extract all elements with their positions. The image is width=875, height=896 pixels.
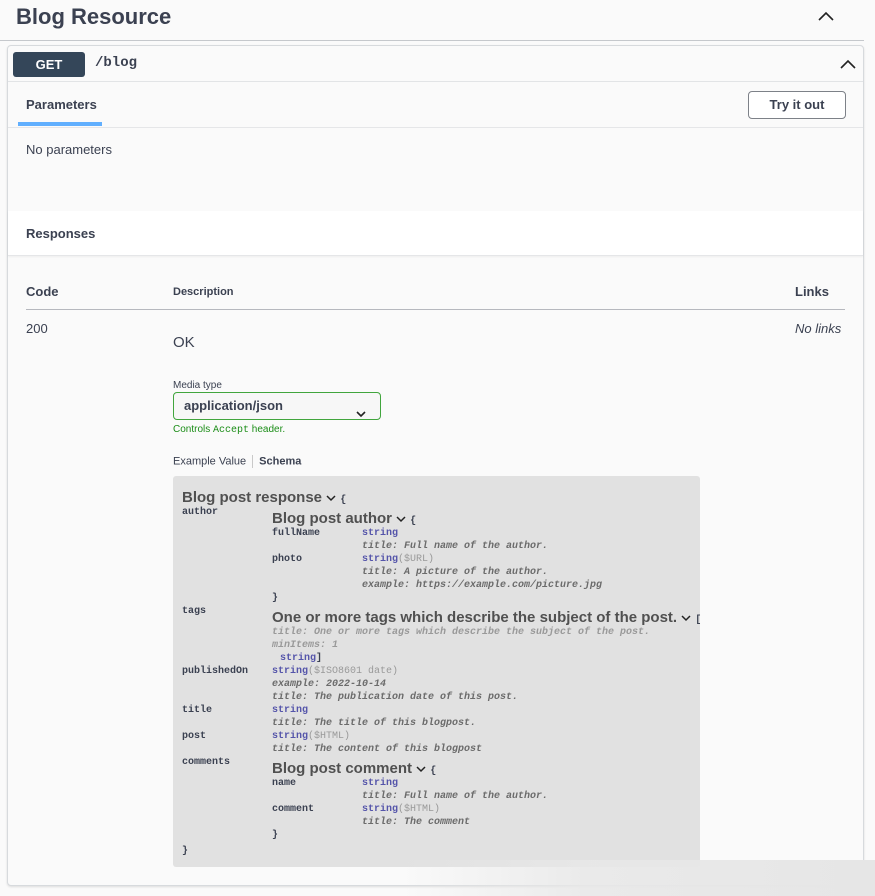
property-meta: title: The title of this blogpost. bbox=[272, 718, 477, 729]
open-brace: { bbox=[430, 766, 437, 777]
response-description: OK bbox=[173, 334, 195, 351]
model-title-text: One or more tags which describe the subj… bbox=[272, 609, 678, 626]
property-name: name bbox=[272, 778, 297, 789]
property-photo: photo bbox=[272, 554, 303, 565]
property-meta: title: One or more tags which describe t… bbox=[272, 627, 651, 638]
operation-path: /blog bbox=[95, 55, 138, 71]
tab-example-value[interactable]: Example Value bbox=[173, 455, 246, 467]
array-item-type: string] bbox=[280, 653, 322, 664]
chevron-up-icon[interactable] bbox=[814, 6, 838, 26]
model-tabs: Example Value Schema bbox=[173, 455, 301, 468]
model-title-text: Blog post response bbox=[182, 489, 323, 506]
tab-divider bbox=[252, 455, 254, 468]
column-header-code: Code bbox=[26, 284, 59, 299]
property-type: string bbox=[280, 653, 317, 664]
property-meta: title: The comment bbox=[362, 817, 471, 828]
property-type: string bbox=[272, 731, 309, 742]
property-fullname: fullName bbox=[272, 528, 321, 539]
model-title-tags[interactable]: One or more tags which describe the subj… bbox=[272, 609, 701, 626]
property-meta: title: A picture of the author. bbox=[362, 567, 549, 578]
model-title-text: Blog post author bbox=[272, 510, 392, 527]
property-type: string bbox=[362, 778, 399, 789]
tag-section-header[interactable]: Blog Resource bbox=[0, 0, 864, 41]
controls-suffix: header. bbox=[249, 424, 286, 435]
model-title-blog-post-author[interactable]: Blog post author { bbox=[272, 510, 416, 527]
tag-title: Blog Resource bbox=[16, 4, 172, 29]
property-author: author bbox=[182, 507, 219, 518]
property-type: string bbox=[362, 528, 399, 539]
property-type: string bbox=[362, 804, 399, 815]
try-it-out-button[interactable]: Try it out bbox=[748, 91, 846, 119]
schema-model-box: Blog post response { author Blog post au… bbox=[173, 476, 701, 867]
property-meta: title: The content of this blogpost bbox=[272, 744, 483, 755]
property-publishedon: publishedOn bbox=[182, 666, 249, 677]
response-links: No links bbox=[795, 321, 842, 336]
property-title: title bbox=[182, 705, 213, 716]
chevron-down-icon[interactable] bbox=[396, 510, 406, 523]
tab-schema[interactable]: Schema bbox=[259, 455, 301, 467]
property-type: string bbox=[272, 666, 309, 677]
close-bracket: ] bbox=[316, 653, 323, 664]
column-header-description: Description bbox=[173, 286, 234, 298]
close-brace: } bbox=[272, 593, 279, 604]
property-format: ($HTML) bbox=[308, 731, 351, 742]
property-comment: comment bbox=[272, 804, 315, 815]
property-meta: example: https://example.com/picture.jpg bbox=[362, 580, 603, 591]
method-badge: GET bbox=[13, 52, 85, 77]
property-format: ($HTML) bbox=[398, 804, 441, 815]
close-brace: } bbox=[272, 830, 279, 841]
property-format: ($URL) bbox=[398, 554, 435, 565]
operation-block: GET /blog Parameters Try it out No param… bbox=[7, 45, 864, 886]
model-title-blog-post-comment[interactable]: Blog post comment { bbox=[272, 760, 436, 777]
property-type: string bbox=[362, 554, 399, 565]
property-type-wrapper: string($HTML) bbox=[362, 804, 440, 815]
property-type-wrapper: string($HTML) bbox=[272, 731, 350, 742]
property-post: post bbox=[182, 731, 207, 742]
close-brace: } bbox=[182, 846, 189, 857]
open-bracket: [ bbox=[695, 615, 702, 626]
column-header-links: Links bbox=[795, 284, 829, 299]
controls-accept-note: Controls Accept header. bbox=[173, 424, 285, 436]
property-type: string bbox=[272, 705, 309, 716]
media-type-select[interactable]: application/json bbox=[173, 392, 381, 420]
table-header-divider bbox=[26, 309, 845, 310]
no-parameters-text: No parameters bbox=[26, 142, 112, 157]
tab-parameters[interactable]: Parameters bbox=[26, 97, 97, 112]
controls-code: Accept bbox=[213, 425, 250, 436]
response-code: 200 bbox=[26, 321, 48, 336]
open-brace: { bbox=[410, 516, 417, 527]
media-type-label: Media type bbox=[173, 380, 222, 391]
property-meta: title: Full name of the author. bbox=[362, 541, 549, 552]
chevron-down-icon bbox=[356, 401, 366, 418]
chevron-up-icon[interactable] bbox=[837, 54, 859, 74]
property-meta: minItems: 1 bbox=[272, 640, 339, 651]
property-type-wrapper: string($URL) bbox=[362, 554, 434, 565]
property-tags: tags bbox=[182, 606, 207, 617]
controls-prefix: Controls bbox=[173, 424, 214, 435]
parameters-header: Parameters Try it out bbox=[8, 82, 863, 128]
operation-summary[interactable]: GET /blog bbox=[8, 46, 863, 82]
property-format: ($ISO8601 date) bbox=[308, 666, 399, 677]
property-type-wrapper: string($ISO8601 date) bbox=[272, 666, 398, 677]
chevron-down-icon[interactable] bbox=[326, 489, 336, 502]
property-meta: title: The publication date of this post… bbox=[272, 692, 519, 703]
responses-title: Responses bbox=[26, 226, 96, 241]
model-title-blog-post-response[interactable]: Blog post response { bbox=[182, 489, 346, 506]
model-title-text: Blog post comment bbox=[272, 760, 413, 777]
property-meta: title: Full name of the author. bbox=[362, 791, 549, 802]
open-brace: { bbox=[340, 495, 347, 506]
media-type-value: application/json bbox=[184, 398, 283, 413]
chevron-down-icon[interactable] bbox=[681, 609, 691, 622]
active-tab-indicator bbox=[18, 122, 102, 126]
chevron-down-icon[interactable] bbox=[416, 760, 426, 773]
property-meta: example: 2022-10-14 bbox=[272, 679, 387, 690]
property-comments: comments bbox=[182, 757, 231, 768]
responses-header: Responses bbox=[8, 211, 863, 256]
